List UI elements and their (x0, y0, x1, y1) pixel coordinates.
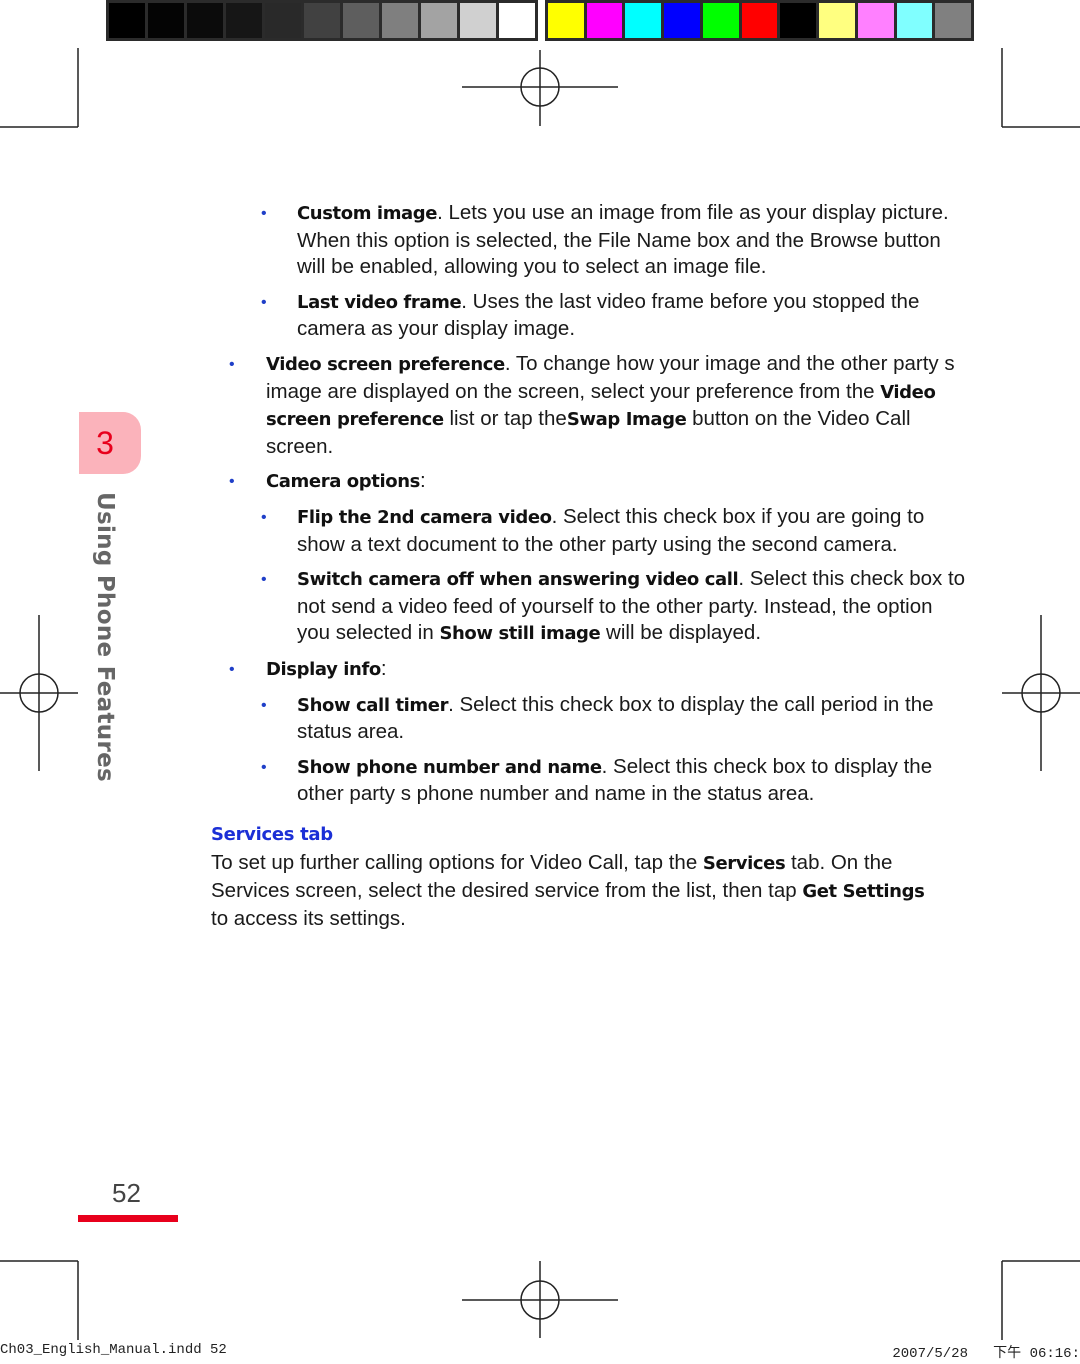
registration-mark-right (1002, 615, 1080, 771)
crop-mark-bottom-left (0, 1260, 79, 1340)
item-text: : (380, 656, 387, 680)
bullet-icon: • (229, 355, 235, 373)
list-item: • Last video frame. Uses the last video f… (211, 289, 971, 343)
bullet-icon: • (261, 758, 267, 776)
bold-term: Camera options (266, 471, 420, 493)
bold-term: Video screen preference (266, 353, 505, 375)
page-number: 52 (112, 1178, 141, 1208)
list-item: • Video screen preference. To change how … (211, 351, 971, 460)
bullet-icon: • (229, 660, 235, 678)
list-item: • Camera options: (211, 468, 971, 496)
bold-term: Flip the 2nd camera video (297, 506, 552, 528)
bold-term: Custom image (297, 203, 438, 224)
chapter-tab: 3 (79, 412, 141, 474)
bold-term: Show phone number and name (297, 756, 602, 778)
bullet-icon: • (261, 293, 267, 311)
bold-term: Show call timer (297, 694, 449, 716)
bold-term: Show still image (439, 623, 601, 645)
list-item: • Flip the 2nd camera video. Select this … (211, 504, 971, 558)
bullet-list: • Custom image. Lets you use an image fro… (211, 200, 971, 808)
chapter-title: Using Phone Features (92, 492, 118, 783)
list-item: • Show phone number and name. Select this… (211, 754, 971, 808)
list-item: • Switch camera off when answering video … (211, 566, 971, 648)
crop-mark-top-left (0, 48, 79, 128)
list-item: • Show call timer. Select this check box … (211, 692, 971, 746)
bold-term: Last video frame (297, 291, 462, 313)
slug-date-info: 2007/5/28 下午 06:16: (892, 1346, 1080, 1362)
bullet-icon: • (261, 508, 267, 526)
section-heading: Services tab (211, 823, 333, 845)
bold-term: Swap Image (566, 409, 687, 431)
registration-mark-bottom (462, 1261, 618, 1338)
bullet-icon: • (261, 205, 267, 222)
registration-mark-left (0, 615, 78, 771)
bullet-icon: • (261, 571, 267, 589)
bullet-icon: • (229, 473, 235, 491)
crop-mark-top-right (1001, 48, 1080, 128)
bold-term: Services (702, 853, 786, 875)
item-text: list or tap the (443, 407, 567, 431)
page-number-rule (78, 1215, 178, 1222)
item-text: will be displayed. (600, 621, 762, 645)
slug-file-info: Ch03_English_Manual.indd 52 (0, 1342, 227, 1358)
item-text: : (419, 469, 426, 493)
list-item: • Display info: (211, 656, 971, 684)
services-paragraph: To set up further calling options for Vi… (211, 851, 925, 930)
bold-term: Get Settings (802, 881, 925, 903)
list-item: • Custom image. Lets you use an image fro… (211, 200, 971, 281)
page-body: • Custom image. Lets you use an image fro… (211, 200, 971, 932)
bold-term: Switch camera off when answering video c… (297, 569, 739, 591)
crop-mark-bottom-right (1001, 1260, 1080, 1340)
chapter-number: 3 (96, 424, 114, 461)
bold-term: Display info (266, 658, 381, 680)
bullet-icon: • (261, 696, 267, 714)
registration-mark-top (462, 50, 618, 126)
